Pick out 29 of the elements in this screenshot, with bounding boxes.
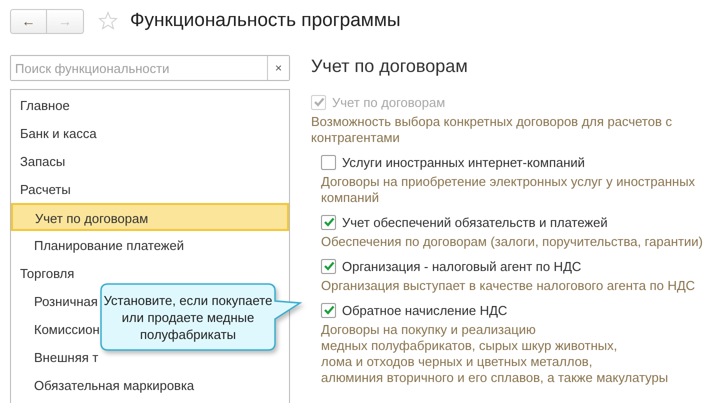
option-description: Обеспечения по договорам (залоги, поручительства, гарантии) — [321, 234, 704, 250]
window-title: Функциональность программы — [130, 10, 401, 32]
checkbox[interactable] — [321, 302, 336, 318]
checkbox[interactable] — [321, 214, 336, 230]
sidebar-item[interactable]: Расчеты — [11, 175, 289, 203]
star-icon[interactable] — [98, 11, 118, 31]
option-description: Организация выступает в качестве налогового агента по НДС — [321, 278, 696, 294]
clear-button[interactable]: × — [267, 56, 289, 80]
option-label: Учет обеспечений обязательств и платежей — [342, 214, 608, 230]
option-description: Возможность выбора конкретных договоров для расчетов с контрагентами — [311, 114, 673, 146]
option-description: Договоры на покупку и реализацию медных полуфабрикатов, сырых шкур животных, лома и отходов черных и цветных металлов, алюминия вторичного и его сплавов, а также макулатуры — [321, 322, 670, 386]
checkbox[interactable] — [321, 258, 336, 274]
option-description: Договоры на приобретение электронных услуг у иностранных компаний — [321, 174, 696, 206]
option-label: Услуги иностранных интернет-компаний — [342, 154, 585, 170]
option-label: Организация - налоговый агент по НДС — [342, 258, 582, 274]
sidebar-item[interactable]: Главное — [11, 91, 289, 119]
checkbox[interactable] — [321, 154, 336, 170]
sidebar-item[interactable]: Обязательная маркировка — [11, 371, 289, 399]
back-button[interactable]: ← — [10, 8, 47, 34]
sidebar-item[interactable]: Банк и касса — [11, 119, 289, 147]
sidebar-item[interactable]: Торговля — [11, 259, 289, 287]
option-label: Учет по договорам — [332, 94, 446, 110]
search-field[interactable]: Поиск функциональности × — [10, 55, 290, 81]
sidebar-item[interactable]: Учет по договорам — [11, 203, 289, 231]
option-label: Обратное начисление НДС — [342, 302, 508, 318]
sidebar-item[interactable]: Планирование платежей — [11, 231, 289, 259]
sidebar-item[interactable]: Запасы — [11, 147, 289, 175]
callout-text: Установите, если покупаете или продаете медные полуфабрикаты — [102, 292, 274, 342]
section-title: Учет по договорам — [311, 56, 469, 78]
